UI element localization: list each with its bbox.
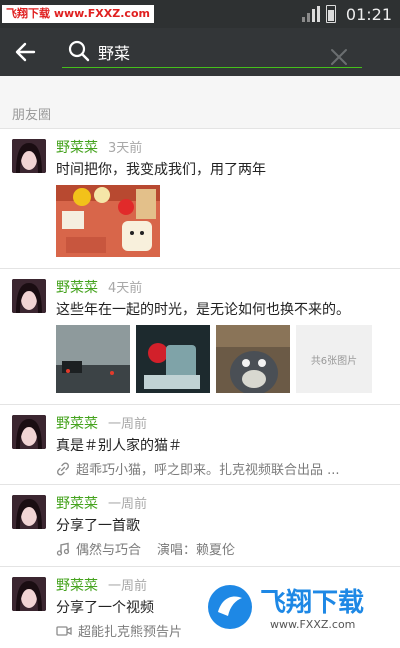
post-author[interactable]: 野菜菜 4天前 xyxy=(56,277,142,297)
post-text: 真是＃别人家的猫＃ xyxy=(56,438,182,454)
music-artist: 演唱：赖夏伦 xyxy=(157,543,236,558)
close-icon[interactable] xyxy=(330,48,348,66)
post-time: 4天前 xyxy=(108,281,143,296)
moment-post[interactable]: 野菜菜 一周前 分享了一首歌 偶然与巧合 演唱：赖夏伦 xyxy=(0,484,400,566)
shared-video[interactable]: 超能扎克熊预告片 xyxy=(56,621,182,640)
link-title: 超乖巧小猫，呼之即来。扎克视频联合出品 ... xyxy=(76,463,340,478)
music-title: 偶然与巧合 xyxy=(76,543,142,558)
search-input[interactable]: 野菜 xyxy=(98,40,130,64)
post-time: 3天前 xyxy=(108,141,143,156)
moment-post[interactable]: 野菜菜 4天前 这些年在一起的时光，是无论如何也换不来的。 共6张图片 xyxy=(0,268,400,404)
arrow-left-icon[interactable] xyxy=(12,38,40,66)
avatar[interactable] xyxy=(12,139,46,173)
avatar[interactable] xyxy=(12,415,46,449)
author-highlight: 野菜 xyxy=(56,280,84,296)
post-time: 一周前 xyxy=(108,497,148,512)
post-author[interactable]: 野菜菜 一周前 xyxy=(56,413,147,433)
status-icons: 01:21 xyxy=(301,0,392,28)
post-author[interactable]: 野菜菜 一周前 xyxy=(56,493,147,513)
post-photo[interactable] xyxy=(56,185,160,257)
author-rest: 菜 xyxy=(84,416,98,432)
status-bar: 飞翔下载 www.FXXZ.com 01:21 xyxy=(0,0,400,28)
post-time: 一周前 xyxy=(108,579,148,594)
author-highlight: 野菜 xyxy=(56,578,84,594)
search-field[interactable]: 野菜 xyxy=(62,34,362,68)
search-toolbar: 野菜 xyxy=(0,28,400,76)
link-icon xyxy=(56,461,70,476)
clock: 01:21 xyxy=(345,4,392,24)
more-photos-tile[interactable]: 共6张图片 xyxy=(296,325,372,393)
shared-music[interactable]: 偶然与巧合 演唱：赖夏伦 xyxy=(56,539,235,558)
author-highlight: 野菜 xyxy=(56,496,84,512)
author-highlight: 野菜 xyxy=(56,140,84,156)
watermark-badge: 飞翔下载 www.FXXZ.com xyxy=(204,576,390,638)
post-time: 一周前 xyxy=(108,417,148,432)
post-author[interactable]: 野菜菜 3天前 xyxy=(56,137,142,157)
search-icon xyxy=(68,40,90,62)
post-text: 时间把你，我变成我们，用了两年 xyxy=(56,162,266,178)
watermark-brand: 飞翔下载 xyxy=(260,588,365,618)
avatar[interactable] xyxy=(12,577,46,611)
moment-post[interactable]: 野菜菜 3天前 时间把你，我变成我们，用了两年 xyxy=(0,128,400,268)
post-photo[interactable] xyxy=(216,325,290,393)
author-rest: 菜 xyxy=(84,140,98,156)
watermark-url: www.FXXZ.com xyxy=(270,618,356,631)
music-note-icon xyxy=(56,542,70,556)
video-camera-icon xyxy=(56,625,72,636)
search-results: 朋友圈 野菜菜 3天前 时间把你，我变成我们，用了两年 野菜菜 4天前 这些年在… xyxy=(0,76,400,648)
author-rest: 菜 xyxy=(84,280,98,296)
post-text: 这些年在一起的时光，是无论如何也换不来的。 xyxy=(56,302,350,318)
moment-post[interactable]: 野菜菜 一周前 真是＃别人家的猫＃ 超乖巧小猫，呼之即来。扎克视频联合出品 ... xyxy=(0,404,400,484)
avatar[interactable] xyxy=(12,279,46,313)
post-photo[interactable] xyxy=(56,325,130,393)
section-title: 朋友圈 xyxy=(12,108,52,123)
post-text: 分享了一个视频 xyxy=(56,600,154,616)
post-author[interactable]: 野菜菜 一周前 xyxy=(56,575,147,595)
author-rest: 菜 xyxy=(84,578,98,594)
shared-link[interactable]: 超乖巧小猫，呼之即来。扎克视频联合出品 ... xyxy=(56,459,340,478)
author-highlight: 野菜 xyxy=(56,416,84,432)
post-photo[interactable] xyxy=(136,325,210,393)
post-text: 分享了一首歌 xyxy=(56,518,140,534)
battery-icon xyxy=(325,5,336,23)
avatar[interactable] xyxy=(12,495,46,529)
watermark-label: 飞翔下载 www.FXXZ.com xyxy=(2,5,154,23)
video-title: 超能扎克熊预告片 xyxy=(78,625,183,640)
signal-icon xyxy=(301,6,320,22)
author-rest: 菜 xyxy=(84,496,98,512)
